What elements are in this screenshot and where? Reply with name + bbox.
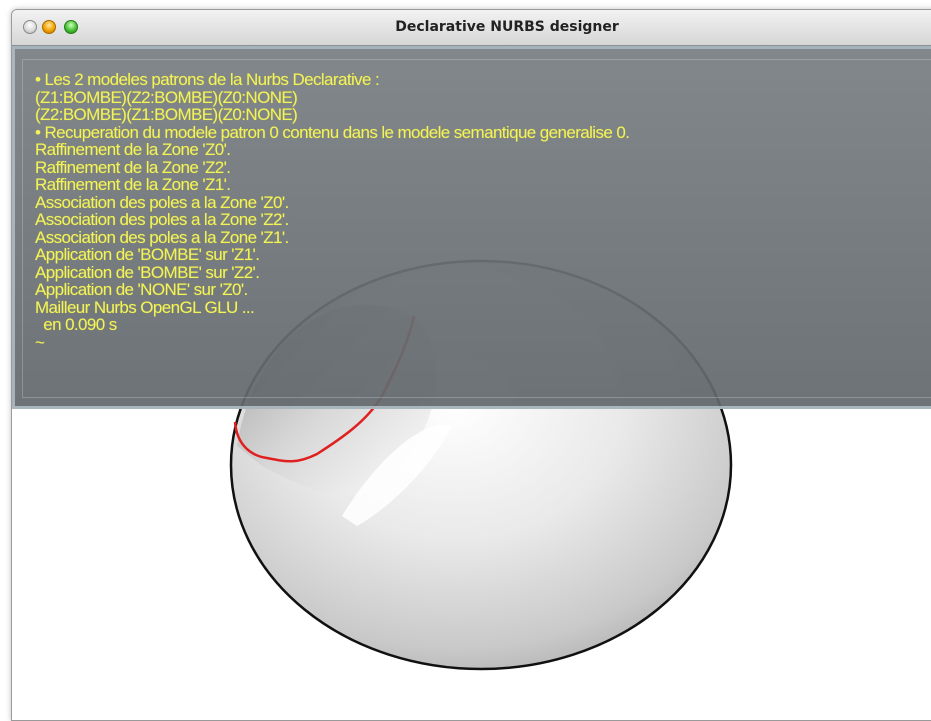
console-line: Raffinement de la Zone 'Z0'.	[35, 140, 231, 159]
console-line: Association des poles a la Zone 'Z1'.	[35, 227, 289, 247]
app-window: Declarative NURBS designer • Les 2 model…	[11, 9, 931, 721]
console-line: Raffinement de la Zone 'Z1'.	[35, 175, 231, 194]
console-line: • Les 2 modeles patrons de la Nurbs Decl…	[35, 70, 380, 89]
console-line: Application de 'BOMBE' sur 'Z2'.	[35, 262, 260, 282]
console-prompt: ~	[35, 332, 45, 352]
console-line: en 0.090 s	[35, 315, 117, 334]
console-line: Association des poles a la Zone 'Z0'.	[35, 192, 289, 212]
console-line: (Z2:BOMBE)(Z1:BOMBE)(Z0:NONE)	[35, 105, 298, 124]
console-line: • Recuperation du modele patron 0 conten…	[35, 122, 630, 142]
title-bar[interactable]: Declarative NURBS designer	[12, 10, 931, 46]
console-line: Application de 'BOMBE' sur 'Z1'.	[35, 245, 260, 264]
window-title: Declarative NURBS designer	[395, 19, 619, 35]
console-line: Mailleur Nurbs OpenGL GLU ...	[35, 297, 255, 317]
console-line: Application de 'NONE' sur 'Z0'.	[35, 280, 248, 299]
console-line: (Z1:BOMBE)(Z2:BOMBE)(Z0:NONE)	[35, 87, 298, 107]
console-line: Association des poles a la Zone 'Z2'.	[35, 210, 289, 229]
console-line: Raffinement de la Zone 'Z2'.	[35, 157, 231, 177]
console-log: • Les 2 modeles patrons de la Nurbs Decl…	[35, 70, 630, 352]
console-overlay: • Les 2 modeles patrons de la Nurbs Decl…	[12, 46, 931, 409]
